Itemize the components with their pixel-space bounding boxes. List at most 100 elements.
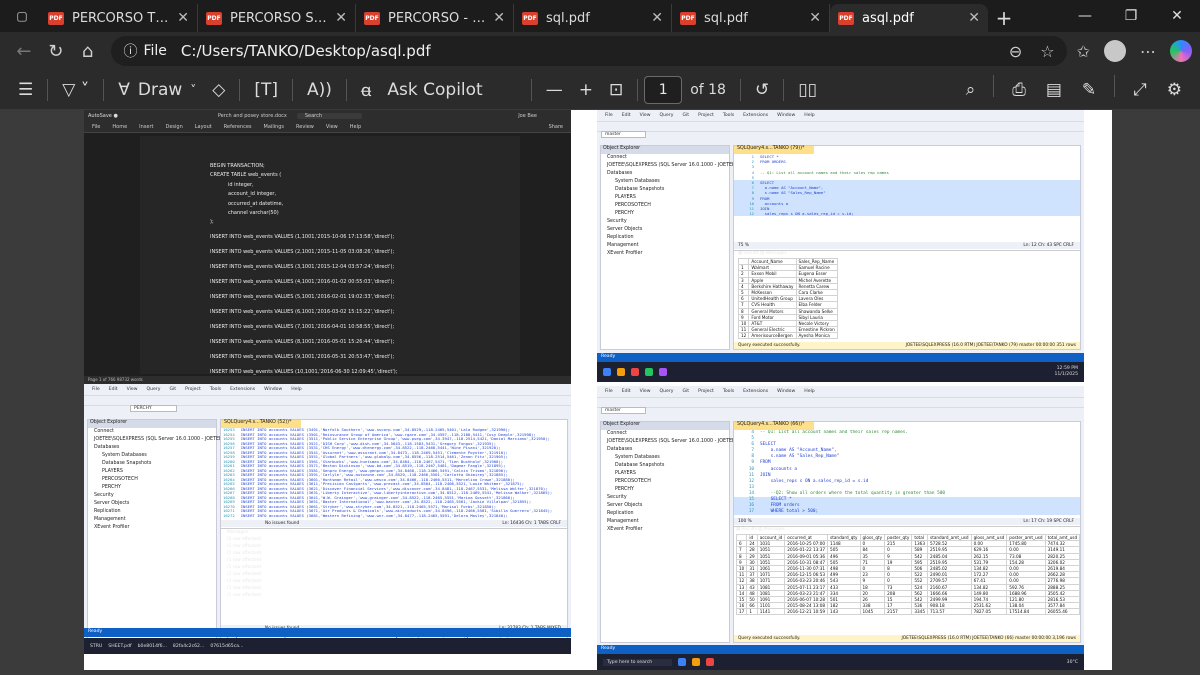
tab-close-icon[interactable]: ✕ [651, 10, 663, 26]
object-explorer-item[interactable]: Server Objects [601, 226, 729, 234]
column-header[interactable]: poster_amt_usd [1006, 533, 1046, 542]
browser-tab[interactable]: PDF PERCORSO TECH - S ✕ [40, 4, 198, 32]
ssms-menu-item[interactable]: Tools [210, 387, 221, 392]
messages-tab[interactable]: Messages [227, 529, 567, 536]
object-explorer-item[interactable]: XEvent Profiler [601, 250, 729, 258]
ssms-menu-item[interactable]: Edit [109, 387, 118, 392]
tab-close-icon[interactable]: ✕ [335, 10, 347, 26]
object-explorer-item[interactable]: System Databases [88, 452, 216, 460]
object-explorer-item[interactable]: Databases [601, 170, 729, 178]
object-explorer-item[interactable]: PERCHY [601, 210, 729, 218]
home-button[interactable]: ⌂ [72, 36, 104, 66]
word-menu-item[interactable]: Help [350, 124, 361, 130]
page-number-input[interactable]: 1 [644, 75, 683, 104]
object-explorer-item[interactable]: PLAYERS [601, 194, 729, 202]
contents-icon[interactable]: ☰ [10, 75, 41, 105]
highlight-icon[interactable]: ▽ ˅ [54, 75, 97, 105]
object-explorer-item[interactable]: Security [88, 492, 216, 500]
new-tab-button[interactable]: + [988, 4, 1020, 32]
text-box-icon[interactable]: [T] [246, 75, 286, 105]
column-header[interactable]: total_amt_usd [1044, 533, 1080, 542]
table-row[interactable]: 4 Berkshire Hathaway Renetta Carew [737, 282, 838, 290]
ssms-menu-item[interactable]: Window [264, 387, 282, 392]
object-explorer-item[interactable]: JOETEE\SQLEXPRESS (SQL Server 16.0.1000 … [601, 438, 755, 446]
search-icon[interactable]: ⌕ [958, 75, 984, 105]
refresh-button[interactable]: ↻ [40, 36, 72, 66]
column-header[interactable]: account_id [756, 533, 786, 542]
object-explorer-item[interactable]: PERCOSOTECH [601, 202, 729, 210]
zoom-out-button[interactable]: — [538, 75, 571, 105]
object-explorer-item[interactable]: Replication [601, 234, 729, 242]
pdf-viewer[interactable]: AutoSave ● Perch and posey store.docx Se… [0, 110, 1200, 675]
eraser-icon[interactable]: ◇ [204, 75, 233, 105]
table-row[interactable]: 17 1 1141 2016-12-21 10:59 143 1045 2157 3345 71… [735, 608, 1080, 616]
taskbar-file[interactable]: 82fa4c2c62... [173, 644, 204, 649]
ssms-menu-item[interactable]: View [127, 387, 138, 392]
ssms-menu-item[interactable]: Query [660, 113, 674, 118]
ask-copilot-button[interactable]: Ask Copilot [379, 75, 490, 105]
ssms-menu-item[interactable]: Window [777, 113, 795, 118]
browser-tab[interactable]: PDF sql.pdf ✕ [672, 4, 830, 32]
word-menu-item[interactable]: Home [112, 124, 127, 130]
tab-close-icon[interactable]: ✕ [809, 10, 821, 26]
ssms-menu-item[interactable]: Tools [723, 113, 734, 118]
taskbar-file[interactable]: STRU [90, 644, 102, 649]
object-explorer-item[interactable]: System Databases [601, 178, 729, 186]
ssms-menu-item[interactable]: Extensions [743, 389, 768, 394]
word-menu-item[interactable]: File [92, 124, 100, 130]
ssms-menu-item[interactable]: File [605, 113, 613, 118]
translate-icon[interactable]: ꬰ [353, 75, 379, 105]
word-menu-item[interactable]: Review [296, 124, 314, 130]
copilot-icon[interactable] [1169, 40, 1192, 62]
object-explorer-item[interactable]: XEvent Profiler [88, 524, 216, 532]
object-explorer-item[interactable]: Connect [601, 154, 729, 162]
fullscreen-icon[interactable]: ⤢ [1125, 75, 1155, 105]
ssms-menu-item[interactable]: Edit [622, 113, 631, 118]
object-explorer-item[interactable]: System Databases [601, 454, 729, 462]
ssms-menu-item[interactable]: Git [169, 387, 176, 392]
object-explorer-item[interactable]: Databases [601, 446, 729, 454]
favorites-icon[interactable]: ✩ [1077, 42, 1090, 61]
save-as-icon[interactable]: ✎ [1074, 75, 1104, 105]
browser-tab[interactable]: PDF asql.pdf ✕ [830, 4, 988, 32]
back-button[interactable]: ← [8, 36, 40, 66]
print-icon[interactable]: ⎙ [1004, 75, 1034, 105]
object-explorer-item[interactable]: Connect [88, 428, 216, 436]
tab-close-icon[interactable]: ✕ [968, 10, 980, 26]
object-explorer-item[interactable]: PERCOSOTECH [601, 478, 729, 486]
object-explorer-item[interactable]: Connect [601, 430, 729, 438]
restore-button[interactable]: ❐ [1108, 0, 1154, 32]
info-icon[interactable]: ⓘ [123, 41, 137, 61]
word-menu-item[interactable]: References [224, 124, 252, 130]
object-explorer-item[interactable]: Database Snapshots [601, 462, 729, 470]
zoom-icon[interactable]: ⊖ [1009, 42, 1022, 61]
ssms-menu-item[interactable]: View [640, 113, 651, 118]
ssms-menu-item[interactable]: Project [698, 113, 714, 118]
word-menu-item[interactable]: Insert [139, 124, 153, 130]
word-menu-item[interactable]: Layout [195, 124, 212, 130]
ssms-menu-item[interactable]: Project [698, 389, 714, 394]
word-share-button[interactable]: Share [549, 124, 563, 130]
ssms-menu-item[interactable]: Window [777, 389, 795, 394]
taskbar-file[interactable]: b0e8014f6... [138, 644, 167, 649]
column-header[interactable]: Sales_Rep_Name [795, 257, 838, 266]
ssms-menu-item[interactable]: View [640, 389, 651, 394]
object-explorer-item[interactable]: Database Snapshots [601, 186, 729, 194]
object-explorer-item[interactable]: PERCHY [88, 484, 216, 492]
column-header[interactable]: standard_amt_usd [927, 533, 972, 542]
settings-icon[interactable]: ⚙ [1159, 75, 1190, 105]
save-icon[interactable]: ▤ [1038, 75, 1070, 105]
ssms-menu-item[interactable]: Git [682, 113, 689, 118]
ssms-menu-item[interactable]: Help [804, 389, 814, 394]
taskbar-file[interactable]: SHEET.pdf [108, 644, 131, 649]
more-menu-icon[interactable]: ⋯ [1140, 42, 1156, 61]
word-menu-item[interactable]: Mailings [264, 124, 285, 130]
read-aloud-icon[interactable]: A)) [299, 75, 340, 105]
draw-button[interactable]: ∀ Draw ˅ [110, 75, 204, 105]
ssms-menu-item[interactable]: Query [660, 389, 674, 394]
rotate-icon[interactable]: ↺ [747, 75, 777, 105]
tab-close-icon[interactable]: ✕ [177, 10, 189, 26]
object-explorer-item[interactable]: XEvent Profiler [601, 526, 729, 534]
tab-close-icon[interactable]: ✕ [493, 10, 505, 26]
ssms-menu-item[interactable]: File [92, 387, 100, 392]
